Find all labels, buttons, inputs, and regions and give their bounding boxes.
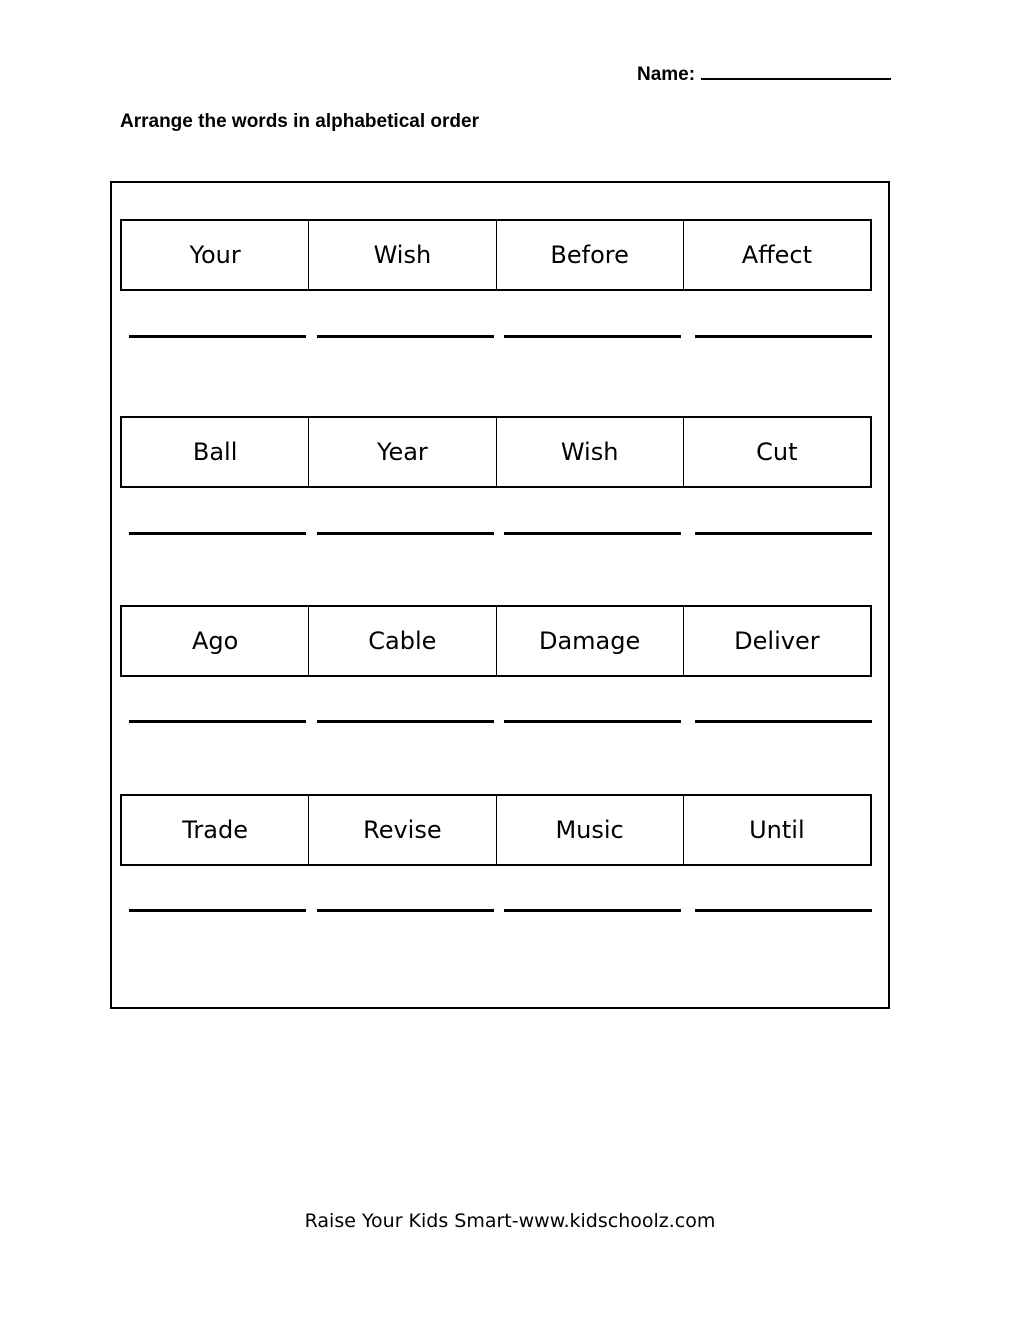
answer-blank[interactable]: [129, 335, 306, 338]
word-cell: Cut: [682, 418, 870, 486]
word-cell: Year: [308, 418, 495, 486]
answer-row-2: [129, 532, 872, 535]
word-cell: Your: [189, 241, 241, 269]
word-cell: Until: [682, 796, 870, 864]
word-cell: Before: [495, 221, 683, 289]
answer-blank[interactable]: [695, 720, 872, 723]
word-cell: Cable: [308, 607, 495, 675]
answer-row-1: [129, 335, 872, 338]
word-cell: Trade: [182, 816, 248, 844]
answer-blank[interactable]: [129, 720, 306, 723]
worksheet-box: [110, 181, 890, 1009]
word-cell: Music: [495, 796, 683, 864]
word-cell: Wish: [308, 221, 495, 289]
word-cell: Affect: [682, 221, 870, 289]
answer-blank[interactable]: [504, 532, 681, 535]
name-field: Name:: [637, 60, 892, 86]
word-cell: Ball: [192, 438, 238, 466]
answer-row-3: [129, 720, 872, 723]
answer-blank[interactable]: [317, 532, 494, 535]
word-table-4: Trade Revise Music Until: [120, 794, 872, 866]
word-cell: Deliver: [682, 607, 870, 675]
answer-blank[interactable]: [317, 335, 494, 338]
answer-blank[interactable]: [695, 909, 872, 912]
answer-blank[interactable]: [504, 720, 681, 723]
word-table-2: Ball Year Wish Cut: [120, 416, 872, 488]
answer-blank[interactable]: [317, 720, 494, 723]
word-cell: Damage: [495, 607, 683, 675]
instructions: Arrange the words in alphabetical order: [120, 111, 479, 132]
name-label: Name:: [637, 64, 696, 85]
answer-blank[interactable]: [504, 909, 681, 912]
answer-blank[interactable]: [129, 532, 306, 535]
word-cell: Wish: [495, 418, 683, 486]
word-cell: Revise: [308, 796, 495, 864]
answer-blank[interactable]: [317, 909, 494, 912]
word-table-1: Your Wish Before Affect: [120, 219, 872, 291]
answer-blank[interactable]: [695, 335, 872, 338]
name-blank[interactable]: [701, 60, 892, 80]
answer-blank[interactable]: [695, 532, 872, 535]
word-table-3: Ago Cable Damage Deliver: [120, 605, 872, 677]
word-cell: Ago: [191, 627, 239, 655]
answer-row-4: [129, 909, 872, 912]
footer-text: Raise Your Kids Smart-www.kidschoolz.com: [304, 1210, 716, 1232]
answer-blank[interactable]: [129, 909, 306, 912]
answer-blank[interactable]: [504, 335, 681, 338]
